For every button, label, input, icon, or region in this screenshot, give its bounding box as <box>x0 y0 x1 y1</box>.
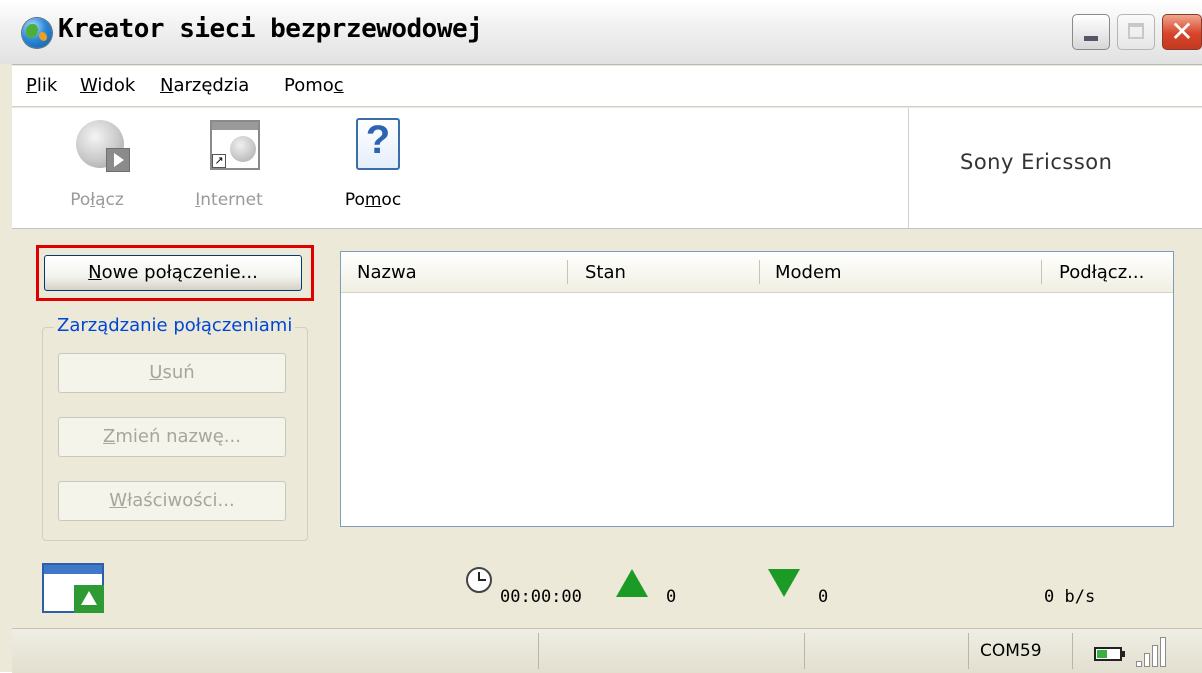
maximize-icon <box>1128 23 1144 39</box>
column-name[interactable]: Nazwa <box>357 262 417 283</box>
internet-label: Internet <box>195 190 263 210</box>
help-icon: ? <box>350 118 406 174</box>
internet-button[interactable]: ↗ Internet <box>174 108 284 228</box>
rename-button[interactable]: Zmień nazwę... <box>58 417 286 457</box>
app-globe-icon <box>22 18 52 48</box>
speed-readout: 0 b/s <box>1044 587 1096 607</box>
menu-help-label: Pomo <box>284 75 334 96</box>
menu-file-accel: P <box>26 75 37 96</box>
window-restore-icon[interactable] <box>42 563 104 613</box>
window-title: Kreator sieci bezprzewodowej <box>58 14 483 44</box>
help-button[interactable]: ? Pomoc <box>318 108 428 228</box>
menu-view-accel: W <box>80 75 98 96</box>
brand-logo: Sony Ericsson <box>960 150 1113 174</box>
list-header: Nazwa Stan Modem Podłącz... <box>341 252 1173 293</box>
column-divider[interactable] <box>1041 260 1042 284</box>
main-panel: Nowe połączenie... Zarządzanie połączeni… <box>12 229 1202 619</box>
clock-icon <box>466 567 492 593</box>
battery-tip <box>1122 651 1125 657</box>
globe-play-icon <box>74 118 130 174</box>
menu-help[interactable]: Pomoc <box>284 75 344 96</box>
status-divider <box>968 633 969 669</box>
wizard-window: Kreator sieci bezprzewodowej ✕ Plik Wido… <box>0 0 1202 673</box>
toolbar: Połącz ↗ Internet ? Pomoc Sony Ericsson <box>12 108 1202 229</box>
help-label: Pomoc <box>344 190 402 210</box>
minimize-icon <box>1084 36 1098 41</box>
column-divider[interactable] <box>759 260 760 284</box>
signal-bar <box>1136 661 1142 667</box>
port-label: COM59 <box>980 641 1042 661</box>
maximize-button[interactable] <box>1117 14 1155 50</box>
menu-tools-accel: N <box>160 75 174 96</box>
window-left-edge <box>0 64 12 672</box>
menu-file[interactable]: Plik <box>26 75 57 96</box>
status-divider <box>804 633 805 669</box>
upload-arrow-icon <box>616 569 648 597</box>
menu-file-label: lik <box>36 75 58 96</box>
browser-globe-icon: ↗ <box>206 118 262 174</box>
toolbar-divider <box>908 108 909 228</box>
title-bar[interactable]: Kreator sieci bezprzewodowej ✕ <box>0 0 1202 65</box>
elapsed-time: 00:00:00 <box>500 587 582 607</box>
received-count: 0 <box>818 587 829 607</box>
connections-list[interactable]: Nazwa Stan Modem Podłącz... <box>340 251 1174 527</box>
group-title: Zarządzanie połączeniami <box>54 315 296 336</box>
download-arrow-icon <box>768 569 800 597</box>
close-icon: ✕ <box>1170 15 1194 48</box>
close-button[interactable]: ✕ <box>1162 14 1202 50</box>
status-divider <box>1072 633 1073 669</box>
signal-bar <box>1152 645 1158 667</box>
connect-button[interactable]: Połącz <box>42 108 152 228</box>
column-divider[interactable] <box>567 260 568 284</box>
menu-tools[interactable]: Narzędzia <box>160 75 249 96</box>
menu-bar: Plik Widok Narzędzia Pomoc <box>0 66 1202 107</box>
menu-tools-label: arzędzia <box>173 75 250 96</box>
signal-bar <box>1160 637 1166 667</box>
menu-help-accel: c <box>333 75 344 96</box>
menu-view[interactable]: Widok <box>80 75 135 96</box>
column-status[interactable]: Stan <box>585 262 626 283</box>
signal-bar <box>1144 653 1150 667</box>
sent-count: 0 <box>666 587 677 607</box>
status-divider <box>538 633 539 669</box>
minimize-button[interactable] <box>1072 14 1110 50</box>
column-modem[interactable]: Modem <box>775 262 842 283</box>
battery-icon <box>1094 647 1122 661</box>
properties-button[interactable]: Właściwości... <box>58 481 286 521</box>
connect-label: Połącz <box>70 190 124 210</box>
column-connected[interactable]: Podłącz... <box>1059 262 1144 283</box>
new-connection-button[interactable]: Nowe połączenie... <box>44 255 302 291</box>
menu-view-label: idok <box>97 75 136 96</box>
status-bar: COM59 <box>12 628 1202 673</box>
delete-button[interactable]: Usuń <box>58 353 286 393</box>
